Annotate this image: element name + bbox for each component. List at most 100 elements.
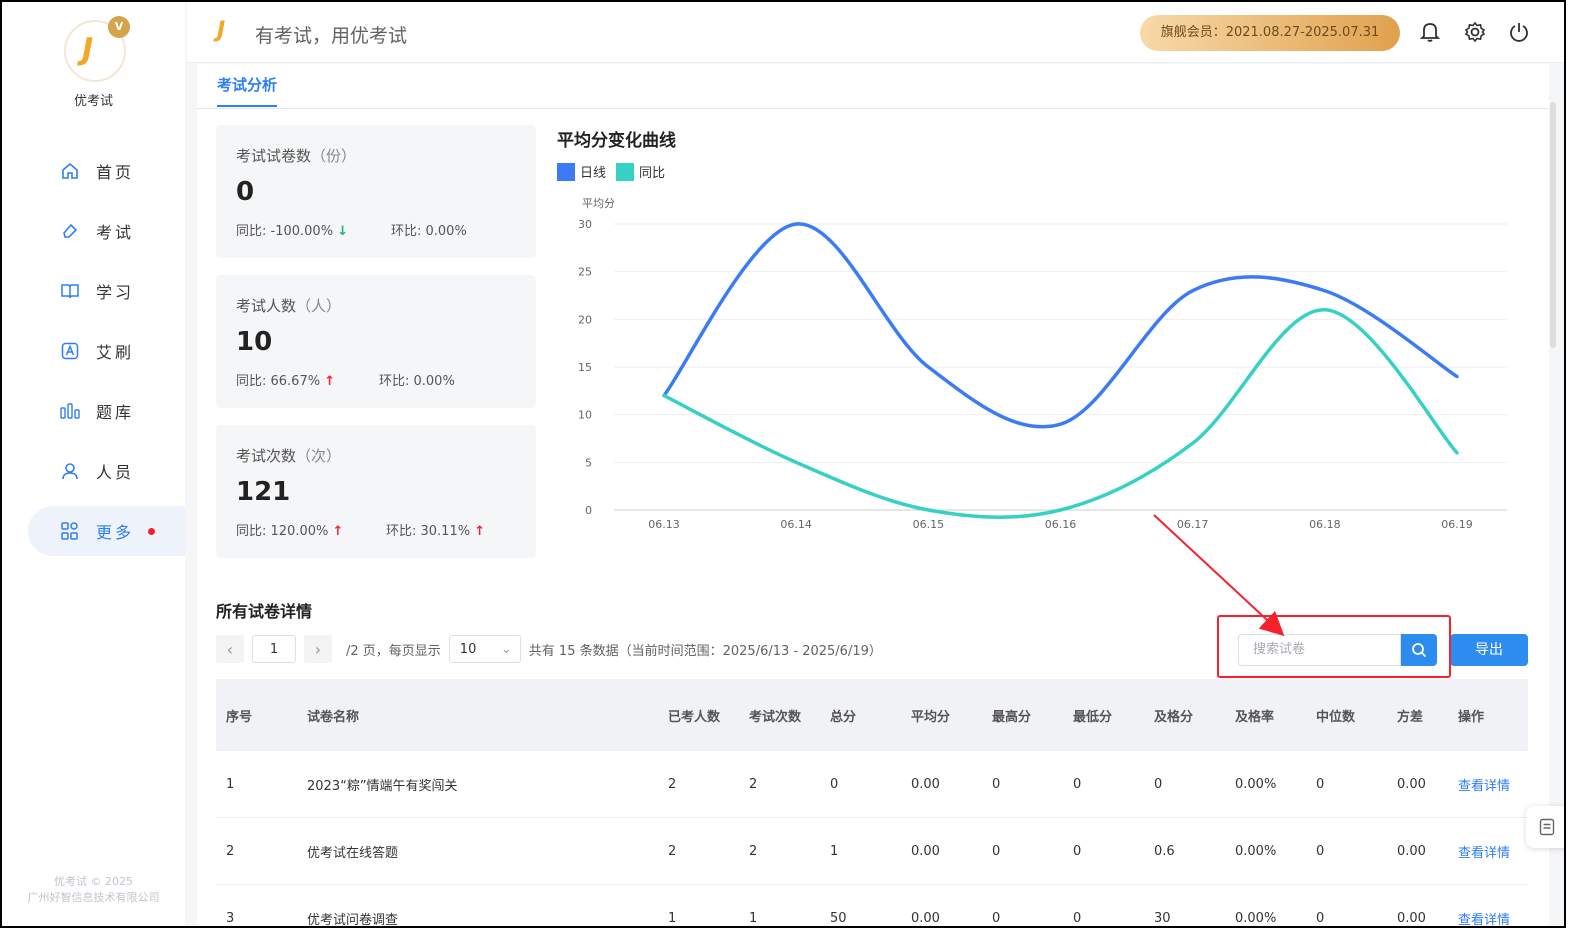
page-size-value: 10: [459, 642, 477, 657]
table-cell: 0.00: [901, 817, 982, 885]
series-line-1: [662, 308, 1459, 519]
x-tick-label: 06.18: [1309, 518, 1341, 531]
bell-icon[interactable]: [1419, 21, 1442, 43]
section-title: 所有试卷详情: [216, 602, 313, 621]
view-details-link[interactable]: 查看详情: [1448, 817, 1528, 885]
y-tick-label: 20: [578, 313, 592, 326]
next-page-button[interactable]: ›: [304, 635, 332, 663]
company-line: 广州好智信息技术有限公司: [27, 891, 160, 904]
y-tick-label: 5: [585, 456, 592, 469]
col-header: 考试次数: [739, 679, 820, 751]
col-header: 序号: [216, 679, 297, 751]
arrow-up-icon: ↑: [324, 374, 336, 389]
stat-yoy-text: 同比: -100.00%: [236, 224, 334, 239]
view-details-link[interactable]: 查看详情: [1448, 884, 1528, 926]
chevron-down-icon: ⌄: [500, 642, 512, 657]
table-cell: 0.00%: [1225, 817, 1306, 885]
document-icon: [1539, 818, 1555, 836]
slogan: 有考试，用优考试: [255, 25, 408, 47]
table-cell: 2: [739, 751, 820, 818]
table-cell: 0.6: [1144, 817, 1225, 885]
power-icon[interactable]: [1508, 21, 1530, 43]
tab-exam-analysis[interactable]: 考试分析: [217, 74, 278, 107]
table-cell: 2023“粽”情端午有奖闯关: [297, 751, 658, 818]
user-icon: [60, 461, 80, 481]
col-header: 及格率: [1225, 679, 1306, 751]
stat-title: 考试人数（人）: [236, 295, 341, 316]
pages-text: /2 页，每页显示: [346, 643, 441, 659]
export-button[interactable]: 导出: [1450, 634, 1528, 666]
table-cell: 0.00: [1387, 751, 1448, 818]
arrow-down-icon: ↓: [337, 224, 349, 239]
scrollbar[interactable]: [1550, 102, 1556, 348]
col-header: 总分: [820, 679, 901, 751]
stat-title-text: 考试试卷数: [236, 147, 312, 165]
legend-item-daily[interactable]: 日线: [557, 162, 606, 181]
sidebar-item-more[interactable]: 更多: [28, 506, 185, 556]
stat-card-people: 考试人数（人） 10 同比: 66.67% ↑ 环比: 0.00%: [216, 275, 536, 408]
table-cell: 1: [820, 817, 901, 885]
grid-icon: [60, 521, 80, 541]
sidebar-item-study[interactable]: 学习: [28, 266, 185, 316]
sidebar-item-question-bank[interactable]: 题库: [28, 386, 185, 436]
stat-unit: （次）: [296, 447, 342, 465]
table-cell: 优考试在线答题: [297, 817, 658, 885]
table-cell: 30: [1144, 884, 1225, 926]
stat-mom: 环比: 30.11% ↑: [386, 520, 485, 539]
tab-bar: 考试分析: [197, 64, 1549, 109]
table-cell: 0: [820, 751, 901, 818]
prev-page-button[interactable]: ‹: [216, 635, 244, 663]
sidebar-item-label: 学习: [96, 283, 135, 302]
membership-badge[interactable]: 旗舰会员：2021.08.27-2025.07.31: [1140, 15, 1400, 51]
page-size-select[interactable]: 10 ⌄: [448, 635, 521, 663]
sidebar-item-label: 人员: [96, 463, 135, 482]
legend-item-yoy[interactable]: 同比: [616, 162, 665, 181]
x-tick-label: 06.19: [1441, 518, 1473, 531]
table-cell: 0: [1306, 884, 1387, 926]
table-cell: 0: [982, 884, 1063, 926]
stat-mom-text: 环比: 30.11%: [386, 524, 471, 539]
line-chart: 平均分 0 5 10 15 20 25 30 06.13 06.14 06.15 06.16 06.17…: [578, 197, 1507, 531]
total-text: 共有 15 条数据（当前时间范围：2025/6/13 - 2025/6/19）: [528, 643, 882, 659]
series-line-0: [662, 222, 1459, 429]
chart-legend: 日线 同比: [557, 162, 675, 181]
col-header: 最高分: [982, 679, 1063, 751]
y-tick-label: 0: [585, 504, 592, 517]
stat-unit: （份）: [311, 147, 357, 165]
notification-dot: [148, 527, 156, 535]
sidebar-item-label: 首页: [96, 163, 135, 182]
feedback-button[interactable]: [1526, 806, 1564, 848]
table-row: 1 2023“粽”情端午有奖闯关 2 2 0 0.00 0 0 0 0.00% 0 0.00 查看详情: [216, 751, 1528, 818]
sidebar-item-label: 更多: [96, 523, 135, 542]
app-logo[interactable]: J V: [64, 16, 130, 82]
stat-card-papers: 考试试卷数（份） 0 同比: -100.00% ↓ 环比: 0.00%: [216, 125, 536, 258]
sidebar-item-home[interactable]: 首页: [28, 146, 185, 196]
table-cell: 0.00: [901, 884, 982, 926]
page-input[interactable]: 1: [252, 635, 296, 663]
gear-icon[interactable]: [1464, 21, 1486, 43]
table-row: 2 优考试在线答题 2 2 1 0.00 0 0 0.6 0.00% 0 0.00 查看详情: [216, 817, 1528, 885]
table-row: 3 优考试问卷调查 1 1 50 0.00 0 0 30 0.00% 0 0.00 查看详情: [216, 884, 1528, 926]
stat-yoy-text: 同比: 66.67%: [236, 374, 321, 389]
stat-yoy: 同比: -100.00% ↓: [236, 220, 348, 239]
sidebar-item-exam[interactable]: 考试: [28, 206, 185, 256]
col-header: 中位数: [1306, 679, 1387, 751]
x-tick-label: 06.13: [648, 518, 680, 531]
stat-yoy: 同比: 120.00% ↑: [236, 520, 343, 539]
exam-table: 序号 试卷名称 已考人数 考试次数 总分 平均分 最高分 最低分 及格分 及格率…: [216, 679, 1528, 926]
a-box-icon: [60, 341, 80, 361]
book-icon: [60, 281, 80, 301]
stat-title: 考试试卷数（份）: [236, 145, 356, 166]
table-cell: 2: [658, 751, 739, 818]
y-tick-label: 25: [578, 266, 592, 279]
header-logo-icon: J: [217, 18, 226, 43]
sidebar-item-people[interactable]: 人员: [28, 446, 185, 496]
view-details-link[interactable]: 查看详情: [1448, 751, 1528, 818]
pagination: ‹ 1 › /2 页，每页显示 10 ⌄ 共有 15 条数据（当前时间范围：202…: [216, 634, 882, 664]
y-axis-label: 平均分: [582, 197, 615, 210]
table-cell: 0: [982, 817, 1063, 885]
table-cell: 1: [216, 751, 297, 818]
stat-title-text: 考试人数: [236, 297, 297, 315]
col-header: 平均分: [901, 679, 982, 751]
sidebar-item-aishua[interactable]: 艾刷: [28, 326, 185, 376]
